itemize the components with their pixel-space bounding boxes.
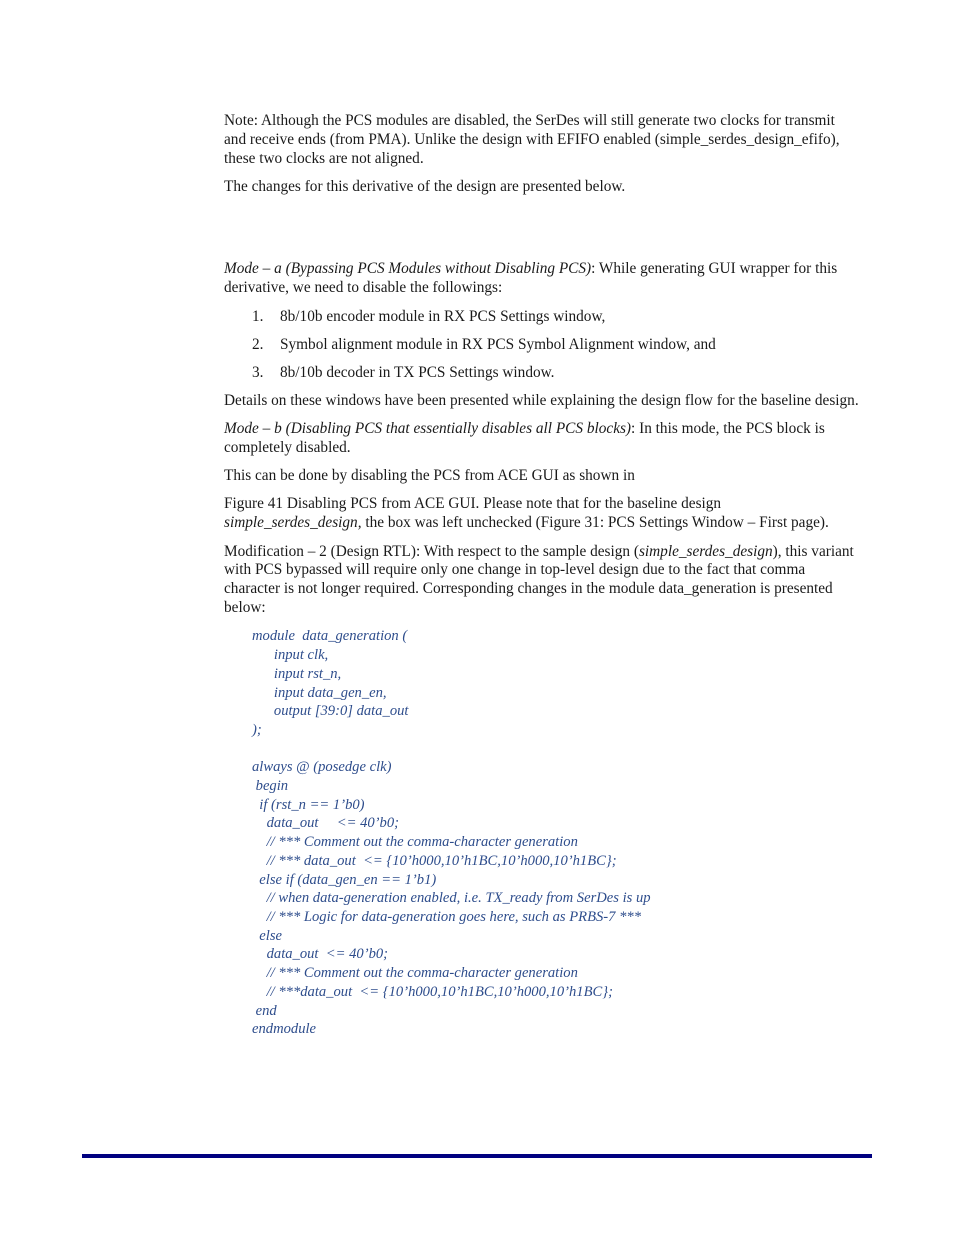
list-item-text: Symbol alignment module in RX PCS Symbol… (280, 335, 716, 353)
code-line: // *** data_out <= {10’h000,10’h1BC,10’h… (252, 852, 617, 869)
code-line: // *** Logic for data-generation goes he… (252, 908, 641, 925)
code-block: module data_generation ( input clk, inpu… (252, 627, 860, 1038)
code-line: data_out <= 40’b0; (252, 946, 389, 963)
code-line: // *** Comment out the comma-character g… (252, 834, 578, 851)
code-line: input data_gen_en, (252, 684, 387, 701)
list-item-number: 3. (252, 363, 264, 381)
design-name-italic: simple_serdes_design (638, 542, 773, 560)
list-item-text: 8b/10b decoder in TX PCS Settings window… (280, 363, 555, 381)
design-name-italic: simple_serdes_design, (224, 514, 362, 532)
code-line: data_out <= 40’b0; (252, 815, 399, 832)
code-line: module data_generation ( (252, 628, 408, 645)
mode-b-label: Mode – b (Disabling PCS that essentially… (224, 419, 632, 437)
details-paragraph: Details on these windows have been prese… (224, 391, 859, 409)
code-line: else if (data_gen_en == 1’b1) (252, 871, 437, 888)
code-line: output [39:0] data_out (252, 703, 409, 720)
code-line: ); (252, 721, 262, 738)
code-line: end (252, 1002, 277, 1019)
figure-reference-text: Figure 41 Disabling PCS from ACE GUI. Pl… (224, 495, 722, 513)
note-paragraph: Note: Although the PCS modules are disab… (224, 112, 840, 167)
footer-rule (82, 1154, 872, 1158)
modification-paragraph: Modification – 2 (Design RTL): With resp… (224, 543, 860, 618)
code-line: // *** Comment out the comma-character g… (252, 965, 578, 982)
code-line: begin (252, 778, 289, 795)
mode-b-paragraph: Mode – b (Disabling PCS that essentially… (224, 420, 860, 458)
figure-reference-text-continued: the box was left unchecked (Figure 31: P… (361, 514, 829, 532)
list-item-number: 1. (252, 307, 264, 325)
document-body: Note: Although the PCS modules are disab… (224, 112, 860, 1039)
disable-pcs-paragraph: This can be done by disabling the PCS fr… (224, 467, 635, 485)
list-item-text: 8b/10b encoder module in RX PCS Settings… (280, 307, 606, 325)
code-line: input clk, (252, 647, 329, 664)
disable-steps-list: 1. 8b/10b encoder module in RX PCS Settin… (224, 308, 860, 383)
list-item: 1. 8b/10b encoder module in RX PCS Settin… (224, 308, 860, 327)
mode-a-paragraph: Mode – a (Bypassing PCS Modules without … (224, 260, 860, 298)
list-item: 2. Symbol alignment module in RX PCS Symb… (224, 336, 860, 355)
code-line: if (rst_n == 1’b0) (252, 796, 365, 813)
code-line: input rst_n, (252, 665, 342, 682)
code-line: // ***data_out <= {10’h000,10’h1BC,10’h0… (252, 983, 613, 1000)
code-line: endmodule (252, 1021, 317, 1038)
modification-text: Modification – 2 (Design RTL): With resp… (224, 542, 639, 560)
mode-a-label: Mode – a (Bypassing PCS Modules without … (224, 260, 592, 278)
list-item: 3. 8b/10b decoder in TX PCS Settings wind… (224, 364, 860, 383)
code-line: always @ (posedge clk) (252, 759, 392, 776)
code-line: // when data-generation enabled, i.e. TX… (252, 890, 651, 907)
changes-intro-paragraph: The changes for this derivative of the d… (224, 177, 626, 195)
code-line: else (252, 927, 282, 944)
list-item-number: 2. (252, 335, 264, 353)
figure-reference-paragraph: Figure 41 Disabling PCS from ACE GUI. Pl… (224, 495, 860, 533)
